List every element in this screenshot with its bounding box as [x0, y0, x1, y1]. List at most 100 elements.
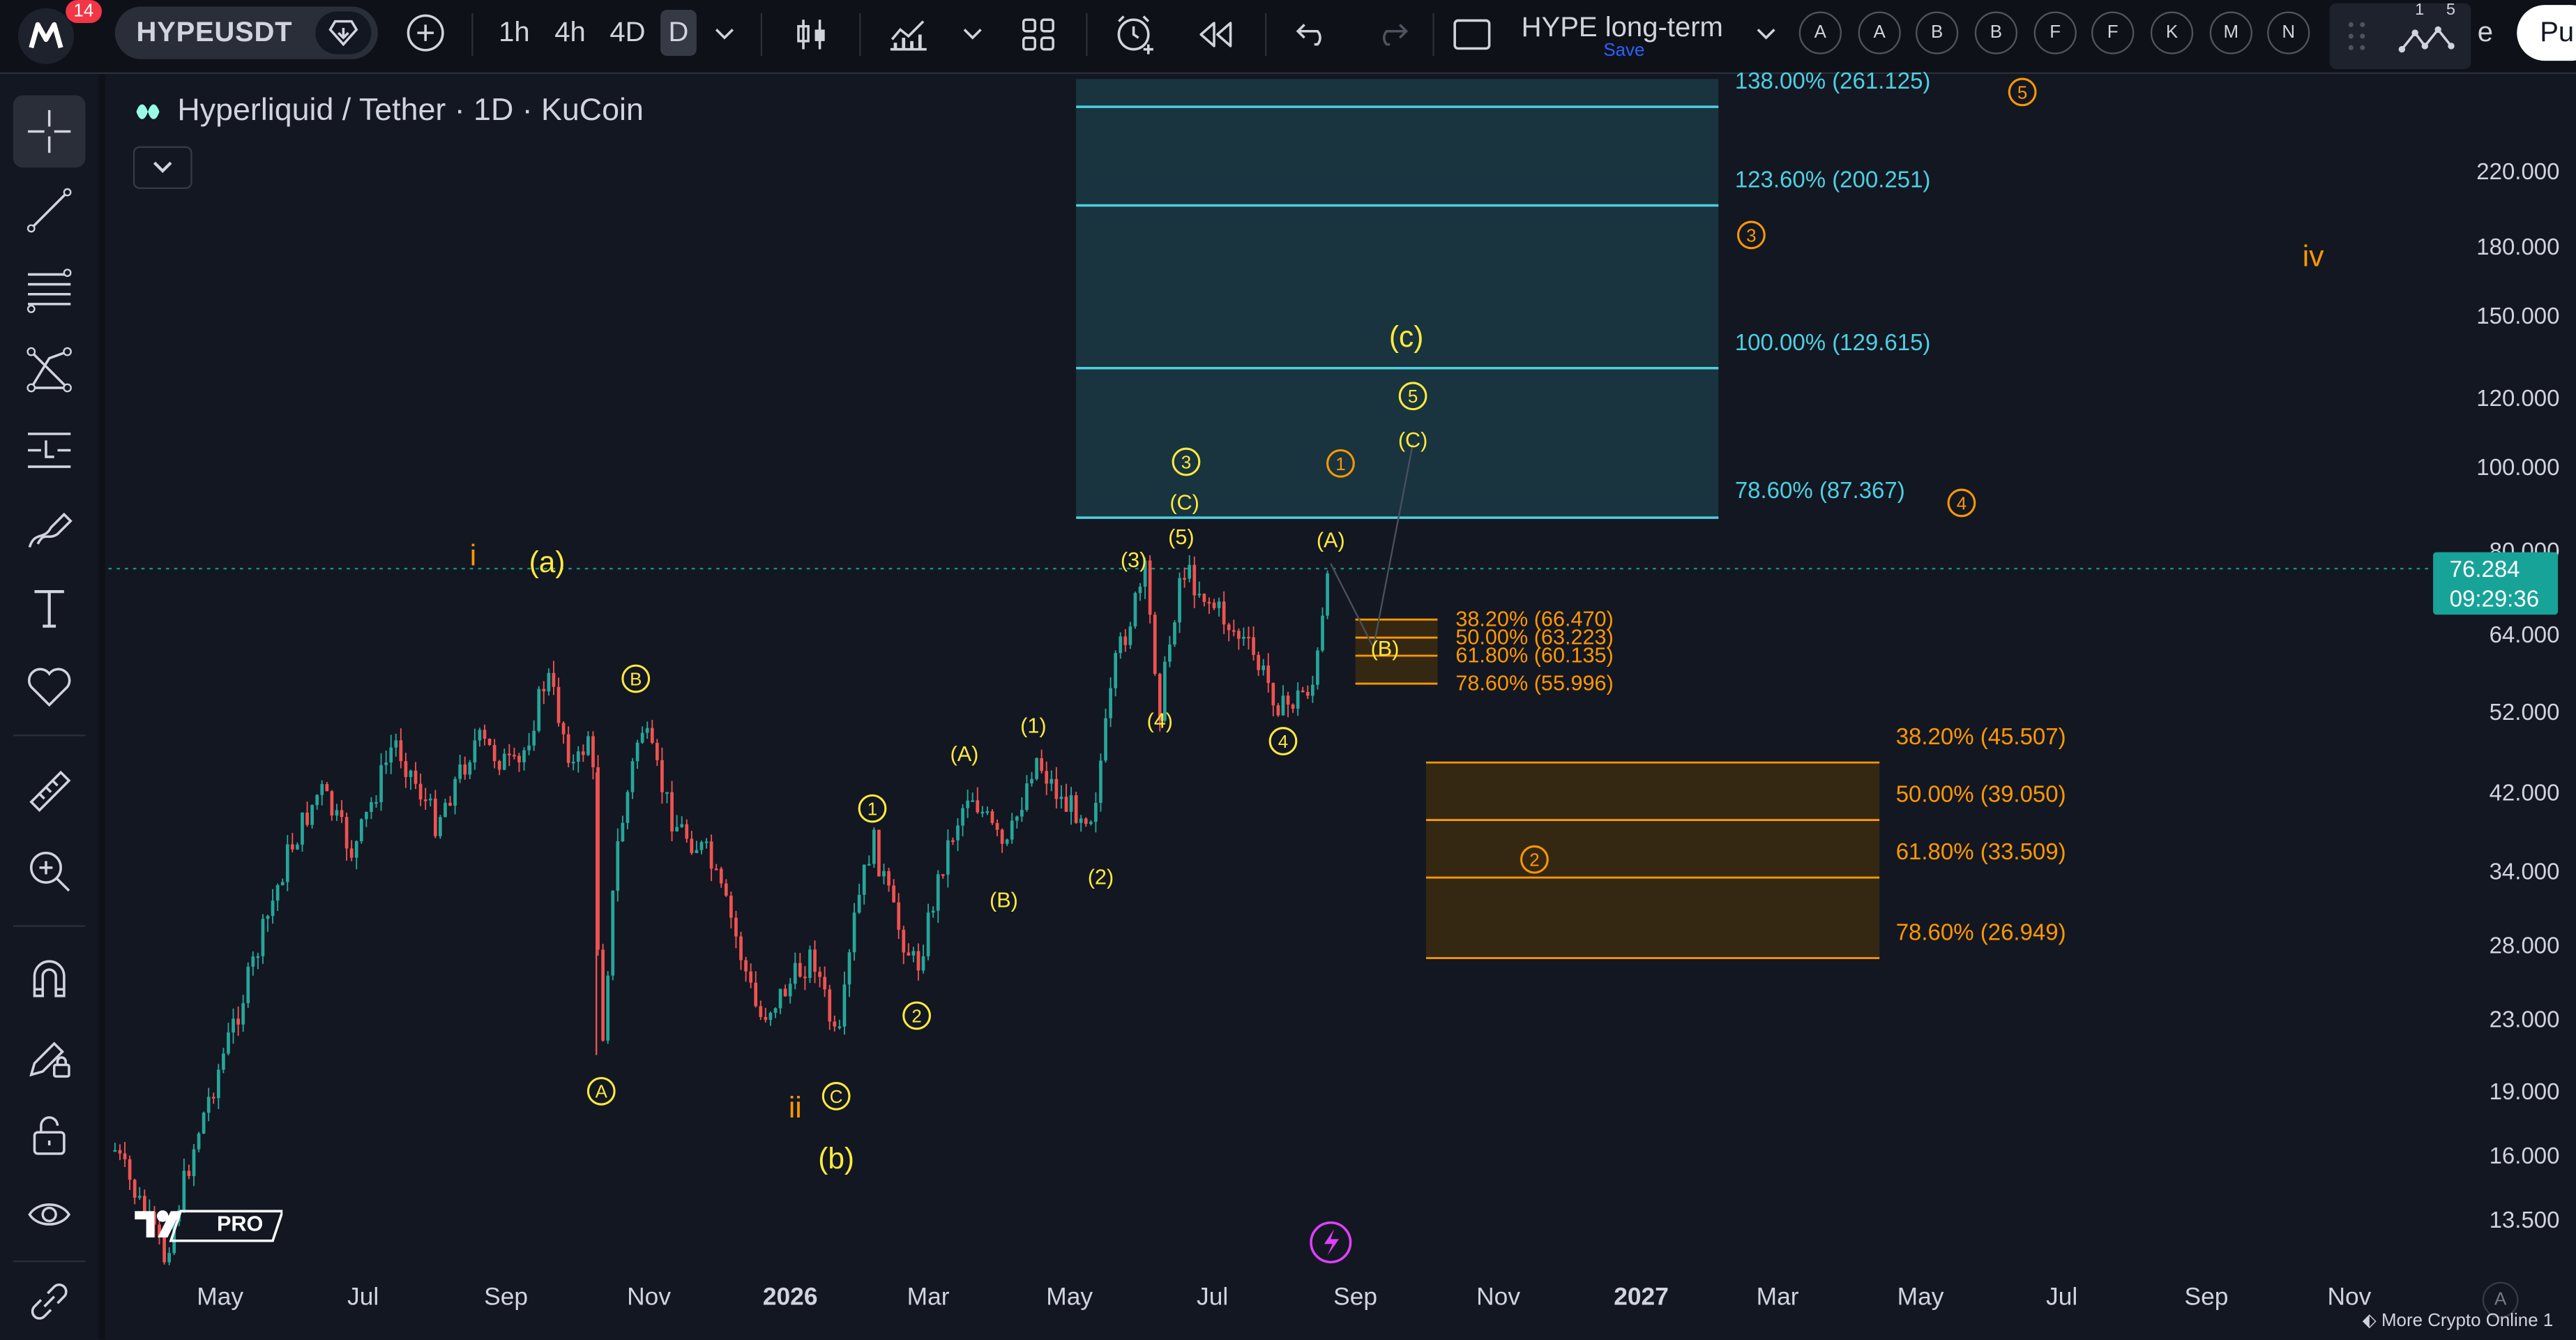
candle-body: [206, 1097, 211, 1113]
candle-body: [1257, 654, 1260, 670]
templates-button[interactable]: [1015, 11, 1061, 57]
text-tool[interactable]: [13, 572, 86, 645]
candle-body: [971, 800, 975, 802]
candle-body: [365, 811, 368, 820]
cursor-tool[interactable]: [13, 95, 86, 168]
candle-body: [285, 844, 289, 882]
indicators-dropdown[interactable]: [957, 20, 987, 49]
count-label: 1: [2415, 1, 2425, 20]
alert-letter-button[interactable]: M: [2209, 11, 2252, 54]
candle-body: [1005, 839, 1009, 844]
multi-chart-panel[interactable]: 1 5: [2329, 1, 2471, 69]
text-icon: [34, 590, 64, 628]
chart-pane[interactable]: [108, 79, 2432, 1269]
chart-legend[interactable]: Hyperliquid / Tether · 1D · KuCoin: [135, 93, 644, 130]
redo-button[interactable]: [1368, 11, 1414, 57]
compare-symbol-button[interactable]: [315, 11, 372, 54]
candle-body: [926, 912, 930, 957]
interval-d[interactable]: D: [660, 10, 697, 57]
candle-body: [985, 811, 990, 813]
alert-letter-button[interactable]: B: [1915, 11, 1959, 54]
zoom-tool[interactable]: [13, 835, 86, 908]
app-logo-button[interactable]: 14: [13, 0, 103, 69]
lock-drawing-tool[interactable]: [13, 1021, 86, 1093]
add-symbol-button[interactable]: [404, 11, 447, 54]
fib-tool[interactable]: [13, 255, 86, 327]
legend-collapse-button[interactable]: [132, 146, 192, 189]
layout-select-button[interactable]: [1449, 11, 1495, 57]
alert-letter-button[interactable]: B: [1974, 11, 2018, 54]
time-axis[interactable]: May Jul Sep Nov 2026 Mar May Jul Sep Nov…: [108, 1269, 2431, 1339]
candle-body: [699, 842, 704, 850]
save-link[interactable]: Save: [1603, 41, 1644, 61]
publish-button[interactable]: Pu: [2517, 5, 2576, 61]
lock-all-tool[interactable]: [13, 1099, 86, 1172]
candle-body: [374, 801, 378, 804]
chart-type-button[interactable]: [789, 11, 835, 57]
alert-letter-button[interactable]: F: [2033, 11, 2077, 54]
candle-body: [921, 956, 925, 971]
time-tick: Jul: [1197, 1283, 1229, 1312]
candle-body: [1242, 636, 1245, 639]
candle-body: [936, 874, 940, 911]
pro-label: PRO: [216, 1211, 264, 1236]
candle-body: [192, 1149, 196, 1177]
candle-body: [951, 840, 955, 842]
replay-button[interactable]: [1192, 11, 1238, 57]
price-tick: 13.500: [2489, 1206, 2560, 1233]
price-axis[interactable]: 220.000 180.000 150.000 120.000 100.000 …: [2432, 79, 2576, 1269]
chevron-down-icon: [715, 29, 734, 40]
brush-tool[interactable]: [13, 493, 86, 566]
interval-1h[interactable]: 1h: [493, 10, 536, 56]
candle-body: [1025, 783, 1029, 810]
candle-body: [1212, 602, 1216, 608]
candle-body: [453, 778, 457, 806]
interval-dropdown[interactable]: [710, 20, 739, 49]
chart-canvas[interactable]: [108, 79, 2432, 1269]
alert-letter-button[interactable]: N: [2267, 11, 2310, 54]
symbol-search-button[interactable]: HYPEUSDT: [114, 6, 378, 59]
alert-letter-button[interactable]: K: [2150, 11, 2194, 54]
time-tick: Nov: [627, 1283, 672, 1312]
candle-body: [1291, 705, 1295, 709]
icon-tool[interactable]: [13, 651, 86, 723]
pencil-lock-icon: [29, 1041, 70, 1078]
undo-button[interactable]: [1289, 11, 1335, 57]
hide-drawings-tool[interactable]: [13, 1178, 86, 1251]
candle-body: [719, 868, 723, 884]
candle-body: [1311, 684, 1314, 696]
layout-dropdown[interactable]: [1751, 20, 1780, 49]
candle-body: [1143, 560, 1147, 587]
candle-body: [1178, 578, 1181, 623]
interval-4h[interactable]: 4h: [549, 10, 591, 56]
alert-letter-button[interactable]: A: [1858, 11, 1901, 54]
link-icon: [31, 1283, 68, 1320]
settings-small-icon: ⬖: [2362, 1311, 2377, 1332]
indicators-button[interactable]: [884, 11, 933, 57]
toolbar-divider: [471, 13, 473, 57]
candle-body: [113, 1150, 117, 1152]
alert-button[interactable]: [1111, 10, 1160, 59]
candle-body: [468, 762, 472, 775]
candle-body: [1188, 564, 1192, 579]
candle-body: [389, 747, 393, 763]
last-price-value: 76.284: [2449, 555, 2520, 582]
magnet-tool[interactable]: [13, 942, 86, 1014]
pattern-tool[interactable]: [13, 333, 86, 406]
forecast-tool[interactable]: [13, 414, 86, 487]
candle-body: [1168, 644, 1172, 662]
layout-name-button[interactable]: HYPE long-term Save: [1522, 3, 1735, 69]
trend-line-tool[interactable]: [13, 174, 86, 247]
alert-letter-button[interactable]: A: [1798, 11, 1842, 54]
candle-body: [236, 1018, 240, 1025]
time-tick: Sep: [484, 1283, 529, 1312]
ruler-tool[interactable]: [13, 754, 86, 827]
time-tick: Jul: [347, 1283, 379, 1312]
link-tool[interactable]: [13, 1265, 86, 1338]
alert-letter-button[interactable]: F: [2091, 11, 2135, 54]
eye-icon: [28, 1203, 71, 1226]
candle-body: [1040, 758, 1043, 771]
interval-4d[interactable]: 4D: [605, 10, 651, 56]
candle-body: [739, 936, 743, 961]
toolbar-divider: [760, 13, 763, 57]
